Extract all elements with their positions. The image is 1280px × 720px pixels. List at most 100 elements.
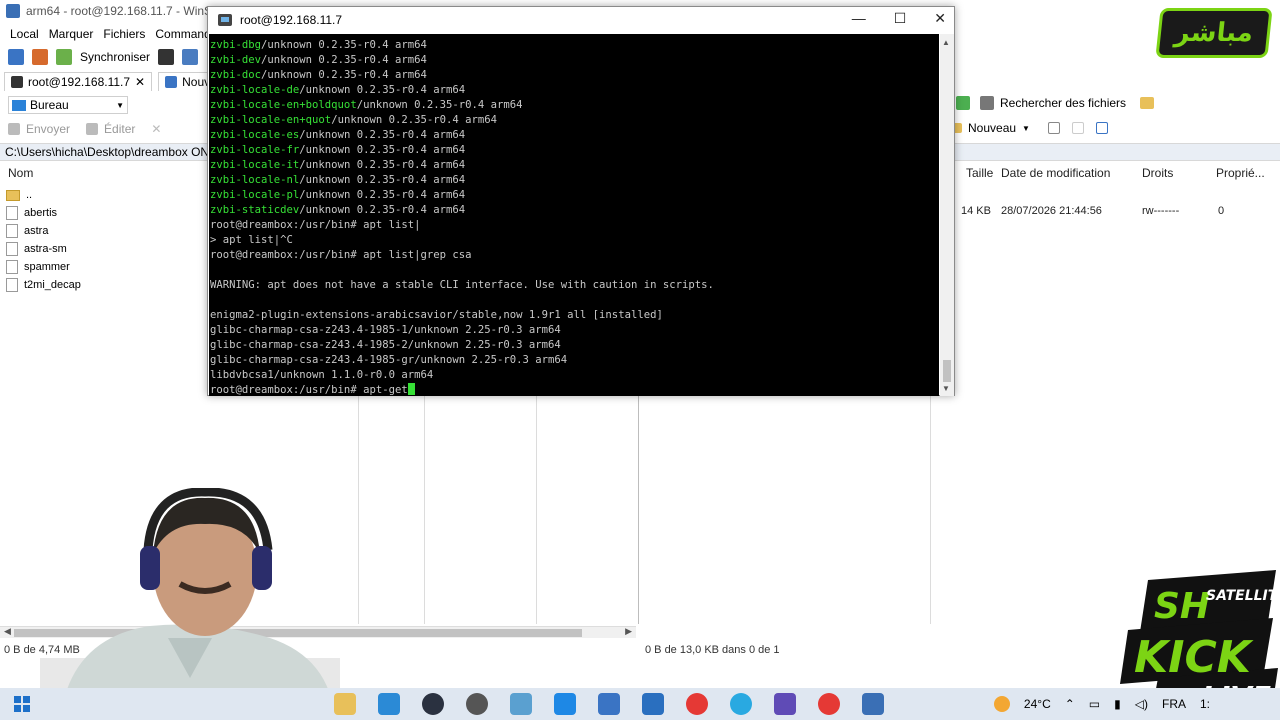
live-logo-text: مباشر (1173, 18, 1255, 48)
network-app-icon[interactable] (642, 693, 664, 715)
menu-marquer[interactable]: Marquer (49, 27, 94, 41)
scrollbar-thumb[interactable] (943, 360, 951, 382)
app-icon-1[interactable] (466, 693, 488, 715)
terminal-line: zvbi-locale-fr/unknown 0.2.35-r0.4 arm64 (210, 143, 939, 158)
media-player-icon[interactable] (422, 693, 444, 715)
terminal-line-rest: /unknown 0.2.35-r0.4 arm64 (331, 114, 498, 126)
menu-local[interactable]: Local (10, 27, 39, 41)
column-owner-header[interactable]: Proprié... (1216, 166, 1265, 184)
row-perms: rw------- (1142, 205, 1180, 217)
network-icon[interactable]: ▭ (1089, 697, 1100, 711)
weather-icon[interactable] (993, 696, 1010, 712)
terminal-line: zvbi-doc/unknown 0.2.35-r0.4 arm64 (210, 68, 939, 83)
start-button[interactable] (0, 688, 44, 720)
right-panel-toolbar-2: Nouveau ▼ (950, 121, 1108, 135)
telegram-icon[interactable] (730, 693, 752, 715)
terminal-line: root@dreambox:/usr/bin# apt list|grep cs… (210, 248, 939, 263)
scroll-down-icon[interactable]: ▼ (942, 384, 950, 393)
synchronize-icon[interactable] (56, 49, 72, 65)
terminal-line-text: zvbi-locale-es (210, 129, 300, 141)
terminal-window[interactable]: root@192.168.11.7 — ☐ ✕ zvbi-dbg/unknown… (207, 6, 955, 396)
minimize-icon[interactable]: — (852, 10, 866, 27)
left-file-list: .. abertis astra astra-sm spammer t2mi_d… (6, 186, 81, 294)
desktop-icon (12, 99, 26, 111)
right-panel-toolbar: Rechercher des fichiers (956, 96, 1155, 110)
terminal-title: root@192.168.11.7 (240, 13, 343, 27)
queue-icon[interactable] (32, 49, 48, 65)
chrome-icon[interactable] (686, 693, 708, 715)
scroll-left-icon[interactable]: ◀ (4, 626, 11, 637)
expand-icon[interactable] (1047, 122, 1060, 134)
terminal-line-text: root@dreambox:/usr/bin# apt list| (210, 219, 421, 231)
scroll-up-icon[interactable]: ▲ (942, 38, 950, 47)
terminal-line: > apt list|^C (210, 233, 939, 248)
temperature[interactable]: 24°C (1024, 697, 1051, 711)
terminal-line: zvbi-locale-pl/unknown 0.2.35-r0.4 arm64 (210, 188, 939, 203)
satellite-app-icon[interactable] (774, 693, 796, 715)
app-icon-3[interactable] (554, 693, 576, 715)
list-item[interactable]: t2mi_decap (6, 276, 81, 294)
new-button[interactable]: Nouveau (968, 121, 1016, 135)
list-item[interactable]: .. (6, 186, 81, 204)
language-indicator[interactable]: FRA (1162, 697, 1186, 711)
settings-icon[interactable] (182, 49, 199, 65)
app-icon-2[interactable] (510, 693, 532, 715)
tree-icon[interactable] (1140, 97, 1155, 109)
terminal-line-text: libdvbcsa1/unknown 1.1.0-r0.0 arm64 (210, 369, 434, 381)
close-icon[interactable]: ✕ (934, 10, 946, 27)
menu-fichiers[interactable]: Fichiers (103, 27, 145, 41)
local-browser-icon[interactable] (8, 49, 24, 65)
terminal-prompt[interactable]: root@dreambox:/usr/bin# apt-get (210, 383, 939, 396)
terminal-line-text: zvbi-locale-it (210, 159, 300, 171)
maximize-icon[interactable]: ☐ (894, 10, 907, 27)
delete-icon[interactable]: ✕ (151, 122, 161, 136)
file-explorer-icon[interactable] (334, 693, 356, 715)
tab-close-icon[interactable]: ✕ (135, 75, 145, 89)
column-rights-header[interactable]: Droits (1142, 166, 1173, 184)
terminal-line: zvbi-locale-nl/unknown 0.2.35-r0.4 arm64 (210, 173, 939, 188)
column-size-header[interactable]: Taille (966, 166, 993, 184)
row-size: 14 KB (961, 205, 991, 217)
winscp-taskbar-icon[interactable] (862, 693, 884, 715)
chevron-up-icon[interactable]: ⌃ (1065, 697, 1075, 711)
terminal-line: glibc-charmap-csa-z243.4-1985-1/unknown … (210, 323, 939, 338)
webcam-overlay (40, 488, 340, 720)
kick-text-kick: KICK (1134, 632, 1254, 683)
terminal-title-bar[interactable]: root@192.168.11.7 — ☐ ✕ (208, 7, 954, 33)
calculator-icon[interactable] (598, 693, 620, 715)
collapse-icon[interactable] (1071, 122, 1084, 134)
filter-icon[interactable] (1095, 122, 1108, 134)
terminal-line-rest: /unknown 0.2.35-r0.4 arm64 (299, 204, 466, 216)
winscp-menu-bar: Local Marquer Fichiers Commandes (0, 24, 223, 44)
new-session-icon (165, 75, 178, 88)
synchronize-button[interactable]: Synchroniser (80, 50, 150, 64)
edit-button[interactable]: Éditer (104, 122, 135, 136)
drive-selector[interactable]: Bureau ▼ (8, 96, 128, 114)
file-icon (6, 224, 18, 238)
terminal-output[interactable]: zvbi-dbg/unknown 0.2.35-r0.4 arm64 zvbi-d… (209, 34, 939, 396)
column-name-header[interactable]: Nom (8, 166, 33, 184)
list-item[interactable]: astra (6, 222, 81, 240)
microphone-icon[interactable]: ▮ (1114, 697, 1121, 711)
tab-session-label: root@192.168.11.7 (28, 74, 131, 89)
list-item[interactable]: astra-sm (6, 240, 81, 258)
column-date-header[interactable]: Date de modification (1001, 166, 1110, 184)
volume-icon[interactable]: ◁) (1135, 697, 1148, 711)
terminal-line-text: enigma2-plugin-extensions-arabicsavior/s… (210, 309, 663, 321)
terminal-scrollbar[interactable]: ▲ ▼ (940, 34, 954, 396)
list-item[interactable]: spammer (6, 258, 81, 276)
find-files-button[interactable]: Rechercher des fichiers (1000, 96, 1126, 110)
store-icon[interactable] (378, 693, 400, 715)
tab-session[interactable]: root@192.168.11.7 ✕ (4, 71, 153, 91)
terminal-line-text: zvbi-locale-fr (210, 144, 300, 156)
chrome-icon-2[interactable] (818, 693, 840, 715)
taskbar: 24°C ⌃ ▭ ▮ ◁) FRA 1: (0, 688, 1280, 720)
file-icon (6, 278, 18, 292)
file-name: astra-sm (24, 243, 67, 255)
console-icon[interactable] (158, 49, 175, 65)
refresh-icon[interactable] (956, 96, 970, 110)
scroll-right-icon[interactable]: ▶ (625, 626, 632, 637)
send-button[interactable]: Envoyer (26, 122, 70, 136)
list-item[interactable]: abertis (6, 204, 81, 222)
clock[interactable]: 1: (1200, 697, 1210, 711)
